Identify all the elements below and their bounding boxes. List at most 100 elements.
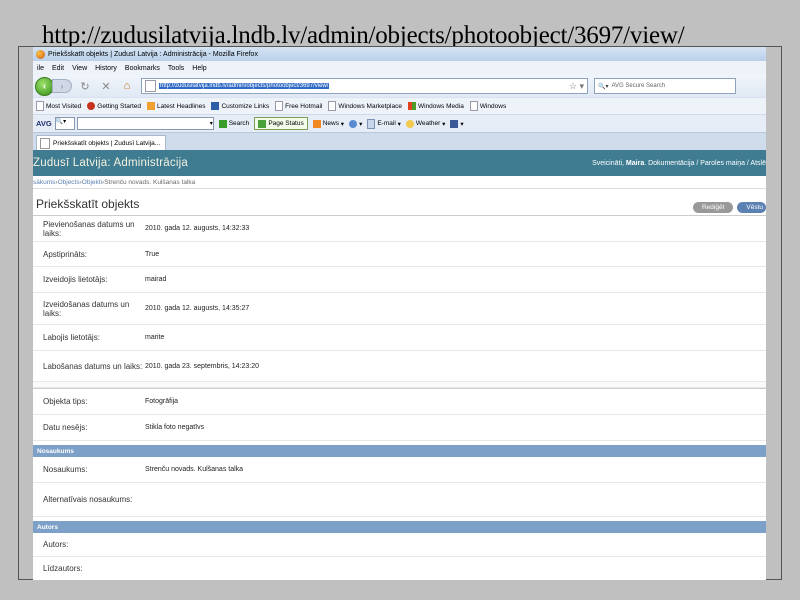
field-value: Fotogrāfija [145,398,179,405]
menu-file[interactable]: ile [37,65,44,72]
bookmark-latest-headlines[interactable]: Latest Headlines [147,102,205,110]
bookmark-windows-marketplace[interactable]: Windows Marketplace [328,101,402,111]
fieldset-name: Nosaukums: Strenču novads. Kulšanas talk… [33,457,766,517]
fieldset-author: Autors: Līdzautors: [33,533,766,580]
bookmark-getting-started[interactable]: Getting Started [87,102,141,110]
user-tools: Sveicināti, Maira. Dokumentācija / Parol… [592,160,766,167]
bookmark-windows-media[interactable]: Windows Media [407,102,464,110]
site-title[interactable]: Zudusī Latvija: Administrācija [33,157,188,169]
menu-help[interactable]: Help [192,65,206,72]
field-row: Apstiprināts: True [33,242,766,267]
envelope-icon [367,118,376,129]
reload-button[interactable]: ↻ [77,78,93,94]
menu-bookmarks[interactable]: Bookmarks [125,65,160,72]
news-button[interactable]: News ▾ [312,119,344,128]
field-label: Līdzautors: [43,564,83,573]
rss-icon [147,102,156,110]
search-arrow-icon [218,119,227,128]
breadcrumb-objekti[interactable]: Objekti [82,179,102,186]
field-label: Objekta tips: [43,397,88,406]
search-engine-icon[interactable]: 🔍▾ [598,83,608,90]
menu-history[interactable]: History [95,65,117,72]
field-row: Labošanas datums un laiks: 2010. gada 23… [33,351,766,382]
field-row: Datu nesējs: Stikla foto negatīvs [33,415,766,441]
section-heading-name: Nosaukums [33,445,766,457]
avg-search-button[interactable]: Search [218,119,249,128]
bookmark-free-hotmail[interactable]: Free Hotmail [275,101,322,111]
shield-icon [258,119,267,128]
bookmark-customize-links[interactable]: Customize Links [211,102,269,110]
field-label: Datu nesējs: [43,423,88,432]
breadcrumb-home[interactable]: sākums [33,179,55,186]
globe-icon [349,119,358,128]
address-bar[interactable]: http://zudusilatvija.lndb.lv/admin/objec… [141,78,588,94]
field-row: Izveidojis lietotājs: mairad [33,267,766,293]
bookmark-most-visited[interactable]: Most Visited [36,101,81,111]
facebook-button[interactable]: ▾ [450,119,464,128]
navigation-toolbar: ‹ › ↻ ✕ ⌂ http://zudusilatvija.lndb.lv/a… [33,75,766,97]
page-status-button[interactable]: Page Status [254,117,308,130]
page-title: Priekšskatīt objekts [36,197,140,211]
weather-cloud-icon [405,119,414,128]
bookmark-windows[interactable]: Windows [469,101,506,111]
edit-button[interactable]: Rediģēt [692,202,734,213]
rss-icon [312,119,321,128]
bookmark-star-icon[interactable]: ☆ ▾ [569,81,584,92]
field-row: Pievienošanas datums un laiks: 2010. gad… [33,216,766,242]
home-icon: ⌂ [123,80,131,92]
page-icon [328,101,337,111]
windows-logo-icon [407,102,416,110]
field-value: True [145,250,160,258]
browser-tab-active[interactable]: Priekšskatīt objekts | Zudusī Latvija... [36,135,167,150]
translate-button[interactable]: ▾ [349,119,362,128]
field-label: Nosaukums: [43,465,88,474]
username: Maira [625,159,645,167]
field-row: Labojis lietotājs: marite [33,325,766,351]
reload-icon: ↻ [80,80,90,93]
window-titlebar: Priekšskatīt objekts | Zudusī Latvija : … [33,47,766,61]
field-row: Nosaukums: Strenču novads. Kulšanas talk… [33,457,766,483]
tab-favicon [40,137,50,149]
field-row: Autors: [33,533,766,557]
field-value: mairad [145,276,167,283]
field-label: Labošanas datums un laiks: [43,361,143,371]
field-label: Alternatīvais nosaukums: [43,495,133,504]
field-label: Apstiprināts: [43,249,88,259]
field-value: Stikla foto negatīvs [145,424,205,431]
address-text[interactable]: http://zudusilatvija.lndb.lv/admin/objec… [159,83,330,89]
stop-button[interactable]: ✕ [98,78,114,94]
msn-icon [211,102,220,110]
fieldset-main: Pievienošanas datums un laiks: 2010. gad… [33,215,766,382]
email-button[interactable]: E-mail ▾ [367,118,401,129]
menu-bar: ile Edit View History Bookmarks Tools He… [33,61,766,75]
field-label: Izveidošanas datums un laiks: [43,299,130,318]
window-title: Priekšskatīt objekts | Zudusī Latvija : … [48,50,258,58]
field-value: 2010. gada 12. augusts, 14:32:33 [145,225,250,232]
history-button[interactable]: Vēstu [737,202,766,213]
greeting-text: Sveicināti, [592,159,624,167]
menu-tools[interactable]: Tools [168,65,184,72]
user-links[interactable]: . Dokumentācija / Paroles maiņa / Atslē [644,160,766,167]
field-row: Objekta tips: Fotogrāfija [33,389,766,415]
field-value [143,557,145,580]
weather-button[interactable]: Weather ▾ [405,119,445,128]
avg-search-engine-select[interactable]: 🔍▾ [54,117,75,130]
forward-button[interactable]: › [52,79,72,93]
avg-logo[interactable]: AVG [36,119,52,128]
firefox-bookmark-icon [87,102,96,110]
field-value: 2010. gada 23. septembris, 14:23:20 [145,362,260,370]
facebook-icon [450,119,459,128]
menu-view[interactable]: View [72,65,87,72]
field-row: Alternatīvais nosaukums: [33,483,766,517]
menu-edit[interactable]: Edit [52,65,64,72]
page-icon [275,101,284,111]
fieldset-type: Objekta tips: Fotogrāfija Datu nesējs: S… [33,388,766,441]
site-header: Zudusī Latvija: Administrācija Sveicināt… [33,150,766,176]
search-placeholder: AVG Secure Search [611,83,666,89]
breadcrumb-current: Strenču novads. Kulšanas talka [104,178,196,186]
avg-search-input[interactable]: ▾ [76,117,214,130]
home-button[interactable]: ⌂ [119,78,135,94]
breadcrumb-objects-app[interactable]: Objects [58,179,80,186]
object-tools: Rediģēt Vēstu [689,202,766,213]
search-box[interactable]: 🔍▾ AVG Secure Search [594,78,736,94]
